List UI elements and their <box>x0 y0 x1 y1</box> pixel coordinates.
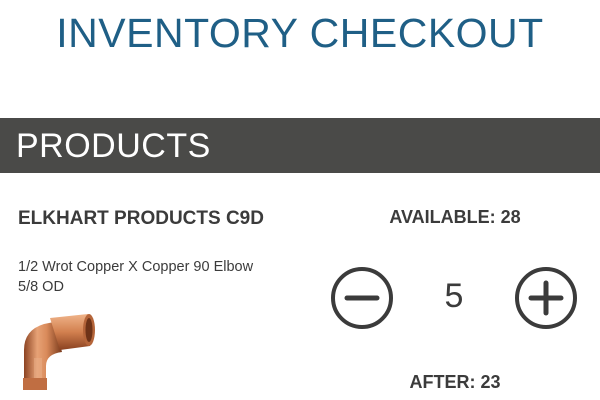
product-name: ELKHART PRODUCTS C9D <box>18 208 264 229</box>
product-description: 1/2 Wrot Copper X Copper 90 Elbow 5/8 OD <box>18 259 254 295</box>
quantity-value[interactable]: 5 <box>420 277 488 316</box>
minus-circle-icon <box>331 267 393 329</box>
plus-circle-icon <box>515 267 577 329</box>
copper-elbow-icon <box>23 314 95 390</box>
available-count: AVAILABLE: 28 <box>389 207 521 227</box>
decrease-quantity-button[interactable] <box>330 266 394 330</box>
after-count: AFTER: 23 <box>409 372 501 392</box>
increase-quantity-button[interactable] <box>514 266 578 330</box>
products-section-header: PRODUCTS <box>0 118 600 173</box>
product-image <box>14 310 98 392</box>
page-title: INVENTORY CHECKOUT <box>56 10 544 56</box>
section-title: PRODUCTS <box>16 127 211 165</box>
